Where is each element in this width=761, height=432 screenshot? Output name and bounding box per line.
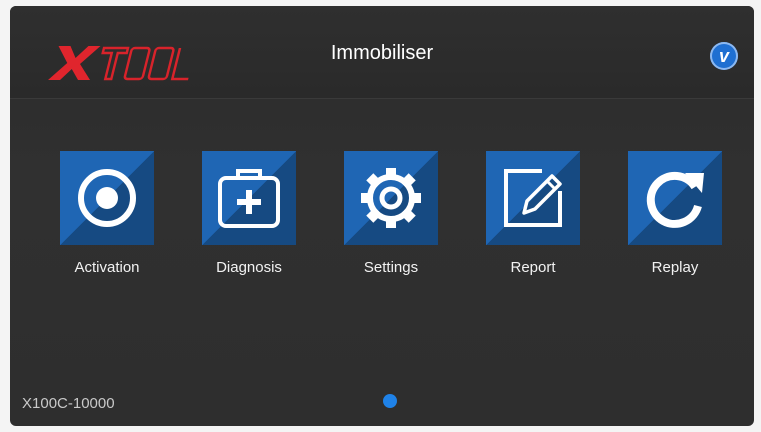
app-label: Replay: [651, 259, 699, 276]
app-label: Settings: [363, 259, 419, 276]
diagnosis-icon: [218, 169, 280, 228]
report-tile[interactable]: [486, 151, 580, 245]
app-settings[interactable]: Settings: [331, 151, 451, 276]
replay-icon: [646, 171, 704, 228]
page-title: Immobiliser: [330, 42, 434, 64]
page-indicator-dot[interactable]: [383, 394, 397, 408]
device-id: X100C-10000: [22, 395, 115, 412]
settings-tile[interactable]: [344, 151, 438, 245]
app-label: Report: [510, 259, 556, 276]
app-report[interactable]: Report: [473, 151, 593, 276]
diagnosis-tile[interactable]: [202, 151, 296, 245]
app-diagnosis[interactable]: Diagnosis: [189, 151, 309, 276]
header: Immobiliser v: [10, 6, 754, 99]
screen: Immobiliser v Activation Diagnosis Setti…: [10, 6, 754, 426]
activation-icon: [78, 169, 136, 227]
v-badge-icon[interactable]: v: [710, 42, 738, 70]
replay-tile[interactable]: [628, 151, 722, 245]
app-replay[interactable]: Replay: [615, 151, 735, 276]
app-activation[interactable]: Activation: [47, 151, 167, 276]
app-label: Activation: [74, 259, 140, 276]
activation-tile[interactable]: [60, 151, 154, 245]
app-grid: Activation Diagnosis Settings Report Rep…: [10, 151, 754, 291]
report-icon: [504, 169, 562, 227]
app-label: Diagnosis: [216, 259, 282, 276]
settings-icon: [361, 168, 421, 228]
